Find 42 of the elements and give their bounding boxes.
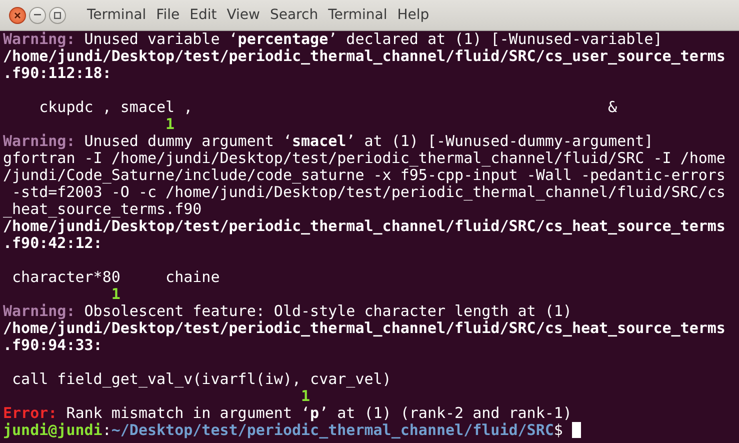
warning-label: Warning: <box>3 132 76 150</box>
prompt-separator: : <box>102 421 112 439</box>
prompt-path: ~/Desktop/test/periodic_thermal_channel/fluid/SRC <box>111 421 554 439</box>
menu-item[interactable]: Search <box>264 7 324 23</box>
location-text: .f90:94:33: <box>3 336 102 354</box>
output-text: /jundi/Code_Saturne/include/code_saturne -x f95-cpp-input -Wall -pedantic-errors <box>3 166 726 184</box>
minimize-icon <box>34 14 41 16</box>
location-text: .f90:112:18: <box>3 64 112 82</box>
output-text: gfortran -I /home/jundi/Desktop/test/periodic_thermal_channel/fluid/SRC -I /home <box>3 149 726 167</box>
output-text: ckupdc , smacel , & <box>38 98 618 116</box>
prompt-user: jundi@jundi <box>3 421 102 439</box>
maximize-button[interactable] <box>49 6 66 24</box>
location-text: .f90:42:12: <box>3 234 102 252</box>
message-text: Unused variable ‘percentage’ declared at (1) [-Wunused-variable] <box>84 30 662 48</box>
minimize-button[interactable] <box>29 6 46 24</box>
output-text: _heat_source_terms.f90 <box>3 200 202 218</box>
column-marker: 1 <box>110 285 120 303</box>
close-icon <box>14 12 21 18</box>
output-text: call field_get_val_v(ivarfl(iw), cvar_vel) <box>11 370 392 388</box>
prompt-symbol: $ <box>554 421 563 439</box>
menu-item[interactable]: Terminal <box>82 7 152 23</box>
message-text: Rank mismatch in argument ‘p’ at (1) (rank-2 and rank-1) <box>66 404 572 422</box>
menu-item[interactable]: Help <box>392 7 434 23</box>
text-cursor <box>572 422 581 438</box>
column-marker: 1 <box>300 387 310 405</box>
location-text: /home/jundi/Desktop/test/periodic_thermal_channel/fluid/SRC/cs_heat_source_terms <box>3 217 726 235</box>
error-label: Error: <box>3 404 58 422</box>
warning-label: Warning: <box>3 302 76 320</box>
menu-item[interactable]: View <box>222 7 265 23</box>
message-text: Obsolescent feature: Old-style character length at (1) <box>84 302 572 320</box>
menu-item[interactable]: File <box>151 7 185 23</box>
warning-label: Warning: <box>3 30 76 48</box>
output-text: -std=f2003 -O -c /home/jundi/Desktop/test/periodic_thermal_channel/fluid/SRC/cs <box>12 183 726 201</box>
location-text: /home/jundi/Desktop/test/periodic_thermal_channel/fluid/SRC/cs_heat_source_terms <box>3 319 726 337</box>
maximize-icon <box>54 12 61 18</box>
column-marker: 1 <box>164 115 175 133</box>
message-text: Unused dummy argument ‘smacel’ at (1) [-Wunused-dummy-argument] <box>84 132 654 150</box>
close-button[interactable] <box>9 6 26 24</box>
menu-item[interactable]: Edit <box>184 7 222 23</box>
output-text: character*80 chaine <box>11 268 220 286</box>
menu-item[interactable]: Terminal <box>323 7 392 23</box>
location-text: /home/jundi/Desktop/test/periodic_thermal_channel/fluid/SRC/cs_user_source_terms <box>3 47 726 65</box>
